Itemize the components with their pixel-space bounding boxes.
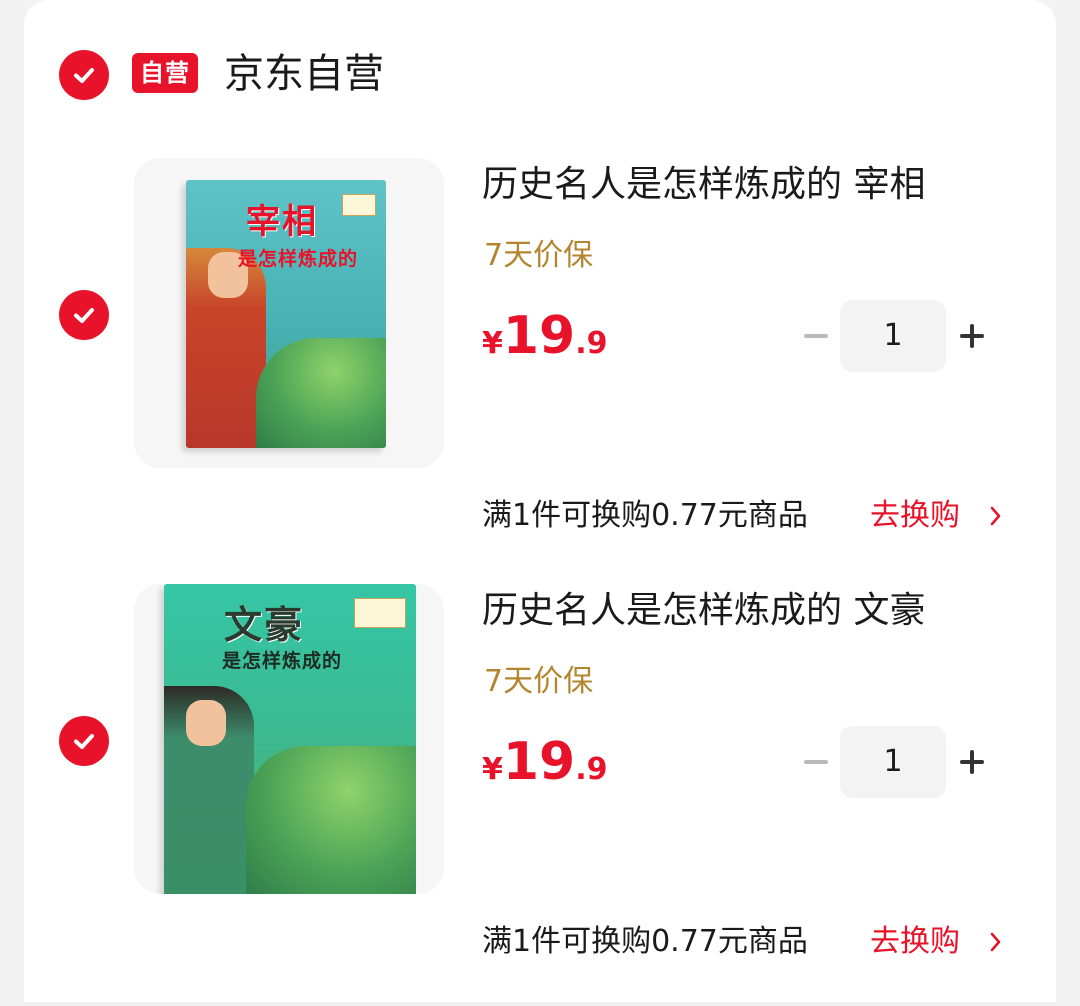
item-select-checkbox[interactable]	[59, 716, 109, 766]
checkmark-icon	[74, 68, 94, 83]
quantity-stepper: 1	[794, 300, 994, 372]
self-operated-badge: 自营	[132, 53, 198, 93]
quantity-stepper: 1	[794, 726, 994, 798]
minus-icon	[804, 760, 828, 764]
increase-quantity-button[interactable]	[950, 322, 994, 350]
cart-item: 文豪 是怎样炼成的 历史名人是怎样炼成的 文豪 7天价保 ¥19.9 1 满1件…	[24, 576, 1056, 1006]
quantity-input[interactable]: 1	[840, 300, 946, 372]
decrease-quantity-button[interactable]	[794, 322, 838, 350]
product-title[interactable]: 历史名人是怎样炼成的 宰相	[482, 162, 925, 208]
shop-header: 自营 京东自营	[24, 0, 1056, 150]
product-thumbnail[interactable]: 文豪 是怎样炼成的	[134, 584, 444, 894]
book-cover-title: 宰相	[246, 202, 318, 242]
book-cover-image: 文豪 是怎样炼成的	[164, 584, 416, 894]
increase-quantity-button[interactable]	[950, 748, 994, 776]
book-cover-subtitle: 是怎样炼成的	[222, 650, 343, 672]
promo-text: 满1件可换购0.77元商品	[482, 498, 808, 533]
exchange-link[interactable]: 去换购	[870, 922, 960, 962]
price-protect-tag: 7天价保	[484, 664, 594, 699]
chevron-right-icon[interactable]	[984, 496, 1008, 536]
checkmark-icon	[74, 734, 94, 749]
product-thumbnail[interactable]: 宰相 是怎样炼成的	[134, 158, 444, 468]
promo-text: 满1件可换购0.77元商品	[482, 924, 808, 959]
book-cover-title: 文豪	[224, 602, 305, 647]
product-price: ¥19.9	[482, 732, 608, 792]
chevron-right-icon[interactable]	[984, 922, 1008, 962]
shop-name[interactable]: 京东自营	[224, 48, 384, 100]
checkmark-icon	[74, 308, 94, 323]
product-title[interactable]: 历史名人是怎样炼成的 文豪	[482, 588, 925, 634]
minus-icon	[804, 334, 828, 338]
item-select-checkbox[interactable]	[59, 290, 109, 340]
price-protect-tag: 7天价保	[484, 238, 594, 273]
cart-item: 宰相 是怎样炼成的 历史名人是怎样炼成的 宰相 7天价保 ¥19.9 1 满1件…	[24, 150, 1056, 580]
shop-select-checkbox[interactable]	[59, 50, 109, 100]
product-price: ¥19.9	[482, 306, 608, 366]
book-cover-subtitle: 是怎样炼成的	[238, 248, 359, 270]
exchange-link[interactable]: 去换购	[870, 496, 960, 536]
book-cover-image: 宰相 是怎样炼成的	[186, 180, 386, 448]
quantity-input[interactable]: 1	[840, 726, 946, 798]
decrease-quantity-button[interactable]	[794, 748, 838, 776]
cart-shop-card: 自营 京东自营 宰相 是怎样炼成的 历史名人是怎样炼成的 宰相 7天价保 ¥19…	[24, 0, 1056, 1002]
